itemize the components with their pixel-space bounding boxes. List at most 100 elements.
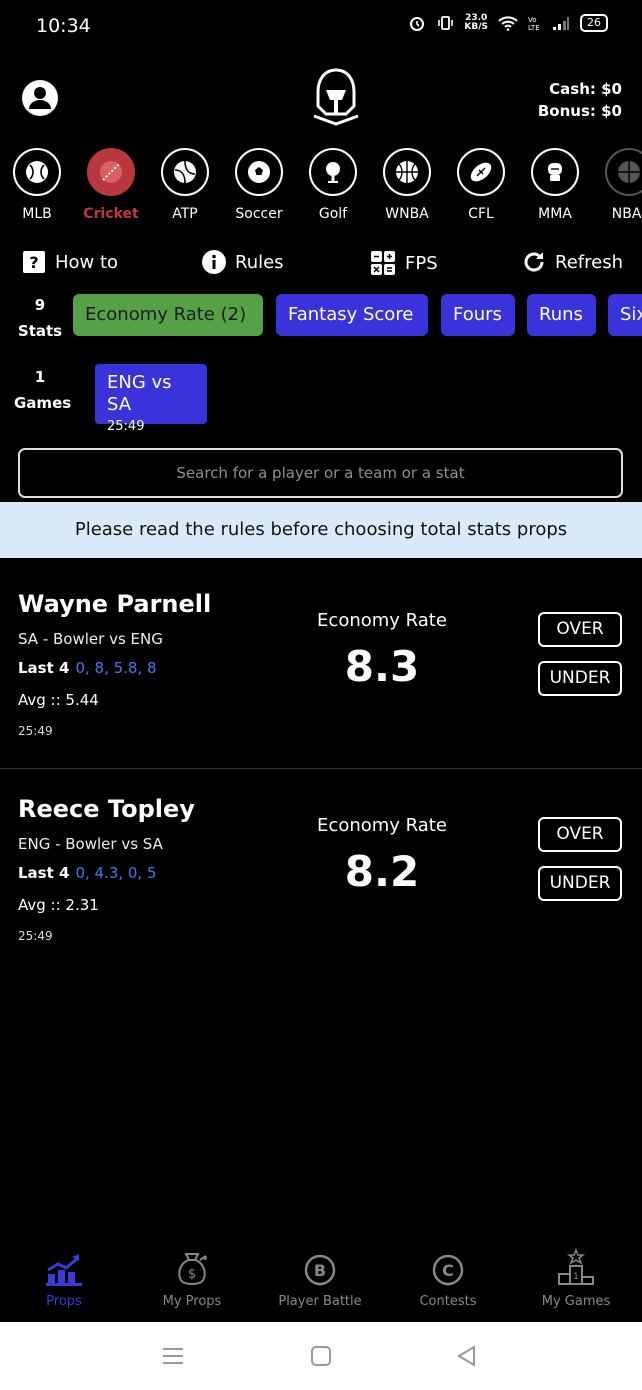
baseball-icon (13, 148, 61, 196)
sport-mlb[interactable]: MLB (0, 148, 74, 222)
battery-icon: 26 (580, 14, 608, 32)
prop-stat-name: Economy Rate (317, 610, 447, 631)
games-count-label: 1 Games (14, 368, 72, 412)
app-header: Cash: $0 Bonus: $0 (0, 60, 642, 140)
svg-text:B: B (314, 1261, 326, 1280)
prop-stat-value: 8.2 (344, 847, 420, 896)
bonus-balance: Bonus: $0 (537, 102, 622, 120)
rules-notice-banner: Please read the rules before choosing to… (0, 502, 642, 558)
app-logo (308, 66, 364, 126)
soccer-ball-icon (235, 148, 283, 196)
profile-button[interactable] (22, 80, 58, 116)
spartan-helmet-icon (313, 68, 359, 126)
search-box (18, 448, 623, 498)
sport-cfl[interactable]: CFL (444, 148, 518, 222)
how-to-button[interactable]: ? How to (22, 250, 118, 274)
player-average: Avg :: 2.31 (18, 896, 99, 914)
nav-my-props[interactable]: $ My Props (128, 1250, 256, 1309)
balance-panel: Cash: $0 Bonus: $0 (538, 78, 622, 122)
under-button[interactable]: UNDER (538, 661, 622, 696)
svg-text:1: 1 (573, 1272, 579, 1282)
home-icon[interactable] (309, 1344, 333, 1368)
bottom-nav: Props $ My Props B Player Battle C Conte… (0, 1240, 642, 1320)
player-name: Reece Topley (18, 795, 195, 823)
status-bar: 10:34 23.0 KB/S Vo LTE 26 (0, 0, 642, 56)
action-toolbar: ? How to Rules FPS Refresh (0, 246, 642, 282)
stats-filter-row: 9 Stats Economy Rate (2) Fantasy Score F… (0, 290, 642, 342)
rules-button[interactable]: Rules (202, 250, 284, 274)
volte-icon: VoLTE (528, 16, 540, 31)
stats-count-label: 9 Stats (17, 296, 63, 340)
status-icons: 23.0 KB/S Vo LTE 26 (408, 14, 608, 32)
mma-icon (531, 148, 579, 196)
alarm-icon (410, 17, 425, 31)
prop-stat-name: Economy Rate (317, 815, 447, 836)
fps-button[interactable]: FPS (370, 250, 438, 276)
signal-icon (553, 17, 569, 30)
status-time: 10:34 (36, 15, 91, 37)
svg-text:LTE: LTE (528, 24, 540, 31)
stat-chip-runs[interactable]: Runs (527, 294, 596, 336)
calculator-icon (371, 251, 395, 275)
player-name: Wayne Parnell (18, 590, 212, 618)
nav-props[interactable]: Props (0, 1250, 128, 1309)
over-button[interactable]: OVER (538, 612, 622, 647)
player-average: Avg :: 5.44 (18, 691, 99, 709)
cash-balance: Cash: $0 (549, 80, 622, 98)
podium-icon: 1 (558, 1248, 594, 1285)
svg-text:?: ? (29, 253, 38, 272)
refresh-button[interactable]: Refresh (522, 250, 623, 274)
search-input[interactable] (20, 450, 621, 496)
nav-contests[interactable]: C Contests (384, 1250, 512, 1309)
refresh-icon (524, 252, 544, 272)
chart-icon (46, 1254, 82, 1286)
stat-chip-economy-rate[interactable]: Economy Rate (2) (73, 294, 263, 336)
svg-text:$: $ (188, 1267, 196, 1282)
game-chip-eng-vs-sa[interactable]: ENG vs SA 25:49 (95, 364, 207, 434)
tennis-ball-icon (161, 148, 209, 196)
prop-card: Wayne Parnell SA - Bowler vs ENG Last 40… (0, 560, 642, 760)
player-team: SA - Bowler vs ENG (18, 630, 163, 648)
over-button[interactable]: OVER (538, 817, 622, 852)
golf-icon (309, 148, 357, 196)
svg-text:C: C (442, 1261, 454, 1280)
prop-stat-value: 8.3 (344, 642, 420, 691)
vibrate-icon (438, 16, 454, 30)
info-icon (202, 250, 226, 274)
basketball-icon (605, 148, 642, 196)
basketball-icon (383, 148, 431, 196)
b-circle-icon: B (304, 1254, 336, 1286)
sport-atp[interactable]: ATP (148, 148, 222, 222)
stat-chip-fours[interactable]: Fours (441, 294, 515, 336)
cricket-ball-icon (87, 148, 135, 196)
last-stats: Last 4 0, 4.3, 0, 5 (18, 864, 157, 882)
wifi-icon (498, 16, 518, 31)
sport-nba[interactable]: NBA- (592, 148, 642, 222)
sport-mma[interactable]: MMA (518, 148, 592, 222)
under-button[interactable]: UNDER (538, 866, 622, 901)
sport-soccer[interactable]: Soccer (222, 148, 296, 222)
prop-card: Reece Topley ENG - Bowler vs SA Last 4 0,… (0, 765, 642, 965)
back-icon[interactable] (455, 1344, 479, 1368)
stat-chip-fantasy-score[interactable]: Fantasy Score (276, 294, 428, 336)
football-icon (457, 148, 505, 196)
sport-cricket[interactable]: Cricket (74, 148, 148, 222)
user-avatar-icon (22, 80, 58, 116)
net-speed: 23.0 KB/S (464, 13, 488, 32)
nav-player-battle[interactable]: B Player Battle (256, 1250, 384, 1309)
menu-icon[interactable] (161, 1344, 185, 1368)
player-team: ENG - Bowler vs SA (18, 835, 163, 853)
question-icon: ? (23, 251, 45, 273)
c-circle-icon: C (432, 1254, 464, 1286)
sport-golf[interactable]: Golf (296, 148, 370, 222)
system-nav-bar (0, 1322, 642, 1390)
money-bag-icon: $ (178, 1253, 207, 1286)
last-stats: Last 4 0, 8, 5.8, 8 (18, 659, 157, 677)
sport-wnba[interactable]: WNBA (370, 148, 444, 222)
prop-countdown: 25:49 (18, 929, 53, 943)
nav-my-games[interactable]: 1 My Games (512, 1248, 640, 1309)
stat-chip-sixes[interactable]: Sixes (608, 294, 642, 336)
sport-selector: MLB Cricket ATP Soccer Golf WNBA CFL MMA… (0, 148, 642, 228)
svg-text:Vo: Vo (528, 16, 537, 24)
prop-countdown: 25:49 (18, 724, 53, 738)
